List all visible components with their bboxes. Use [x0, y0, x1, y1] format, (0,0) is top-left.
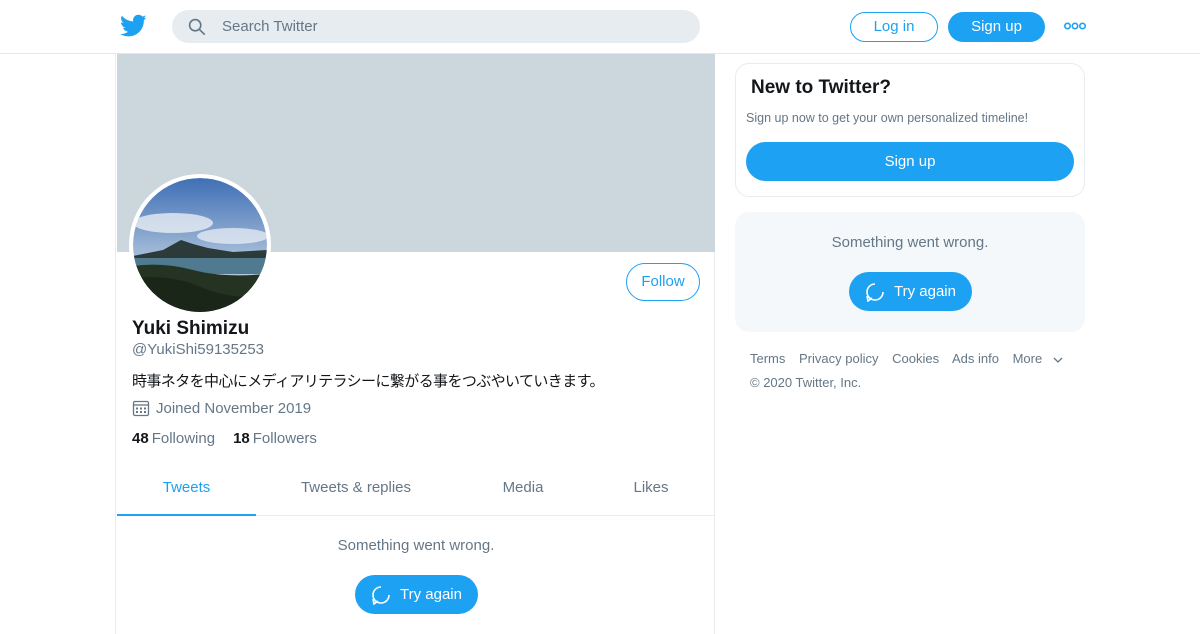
joined-text: Joined November 2019 — [156, 399, 312, 417]
twitter-bird-icon[interactable] — [120, 14, 147, 38]
footer-link-cookies[interactable]: Cookies — [892, 351, 939, 366]
copyright-text: © 2020 Twitter, Inc. — [750, 375, 862, 390]
calendar-icon — [132, 400, 150, 417]
tab-tweets[interactable]: Tweets — [117, 464, 256, 516]
profile-name: Yuki Shimizu — [132, 318, 250, 339]
footer-link-ads-info[interactable]: Ads info — [952, 351, 999, 366]
timeline-error-text: Something went wrong. — [337, 537, 495, 554]
footer-link-terms[interactable]: Terms — [750, 351, 785, 366]
search-icon — [188, 18, 206, 36]
follow-counts: 48 Following 18 Followers — [132, 430, 317, 447]
sidebar-error-text: Something went wrong. — [831, 234, 989, 251]
followers-link[interactable]: 18 Followers — [233, 430, 317, 447]
sidebar-error-card: Something went wrong. Try again — [735, 212, 1085, 332]
tab-tweets-replies[interactable]: Tweets & replies — [271, 464, 441, 516]
new-to-twitter-title: New to Twitter? — [751, 77, 892, 98]
profile-column: Follow Yuki Shimizu @YukiShi59135253 時事ネ… — [115, 54, 715, 634]
new-to-twitter-subtitle: Sign up now to get your own personalized… — [746, 111, 1029, 125]
joined-date: Joined November 2019 — [132, 399, 311, 417]
sidebar-signup-button[interactable]: Sign up — [746, 142, 1074, 181]
avatar[interactable] — [129, 174, 271, 316]
signup-button[interactable]: Sign up — [948, 12, 1045, 42]
search-input[interactable] — [222, 10, 682, 43]
refresh-icon — [866, 282, 884, 302]
tab-likes[interactable]: Likes — [605, 464, 697, 516]
footer-link-privacy[interactable]: Privacy policy — [799, 351, 878, 366]
avatar-photo — [133, 178, 267, 312]
profile-handle[interactable]: @YukiShi59135253 — [132, 341, 264, 358]
footer-links: Terms Privacy policy Cookies Ads info Mo… — [750, 351, 1064, 366]
top-bar: Log in Sign up — [0, 0, 1200, 54]
sidebar-try-again-button[interactable]: Try again — [849, 272, 972, 311]
following-link[interactable]: 48 Following — [132, 430, 215, 447]
chevron-down-icon — [1053, 357, 1063, 363]
login-button[interactable]: Log in — [850, 12, 938, 42]
profile-bio: 時事ネタを中心にメディアリテラシーに繋がる事をつぶやいていきます。 — [132, 372, 605, 390]
footer-link-more[interactable]: More — [1013, 351, 1065, 366]
profile-tabs: Tweets Tweets & replies Media Likes — [117, 464, 715, 516]
new-to-twitter-card: New to Twitter? Sign up now to get your … — [735, 63, 1085, 197]
refresh-icon — [372, 585, 390, 605]
timeline-try-again-button[interactable]: Try again — [355, 575, 478, 614]
follow-button[interactable]: Follow — [626, 263, 700, 301]
more-dots-icon[interactable] — [1064, 20, 1086, 32]
search-box[interactable] — [172, 10, 700, 43]
tab-media[interactable]: Media — [473, 464, 573, 516]
